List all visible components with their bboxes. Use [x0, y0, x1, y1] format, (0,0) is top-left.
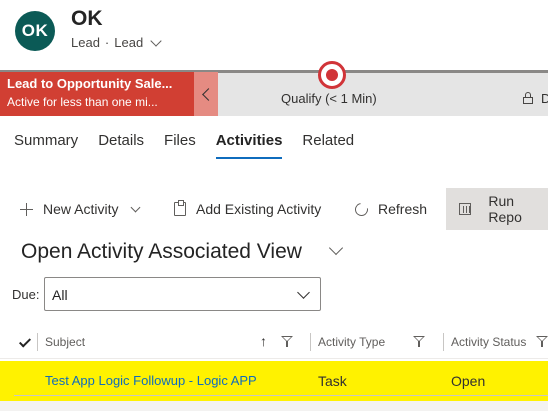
run-report-button[interactable]: Run Repo: [459, 189, 548, 229]
row-subject-link[interactable]: Test App Logic Followup - Logic APP: [45, 373, 257, 388]
filter-funnel-icon[interactable]: [536, 336, 548, 347]
due-filter-label: Due:: [12, 287, 40, 302]
stage-next[interactable]: D: [541, 91, 548, 106]
process-name-box[interactable]: Lead to Opportunity Sale... Active for l…: [0, 72, 194, 116]
tab-files[interactable]: Files: [164, 132, 196, 158]
refresh-button[interactable]: Refresh: [352, 189, 428, 229]
filter-funnel-icon[interactable]: [413, 336, 425, 347]
column-header-activity-type[interactable]: Activity Type: [318, 335, 385, 349]
collapse-process-button[interactable]: [194, 72, 218, 116]
grid-footer-strip: [0, 401, 548, 411]
stage-dot-icon: [326, 69, 338, 81]
column-header-subject[interactable]: Subject: [45, 335, 85, 349]
process-status: Active for less than one mi...: [7, 95, 158, 109]
run-report-label: Run Repo: [488, 193, 522, 225]
select-all-checkmark-icon[interactable]: [18, 335, 32, 348]
tab-related[interactable]: Related: [302, 132, 354, 158]
form-tabs: Summary Details Files Activities Related: [14, 132, 374, 159]
due-filter-value: All: [52, 287, 68, 303]
record-subtitle: Lead · Lead: [71, 34, 162, 50]
column-divider: [443, 333, 444, 351]
tab-activities[interactable]: Activities: [215, 132, 282, 159]
chevron-down-icon[interactable]: [328, 240, 344, 256]
filter-funnel-icon[interactable]: [281, 336, 293, 347]
process-name: Lead to Opportunity Sale...: [7, 76, 173, 91]
column-divider: [310, 333, 311, 351]
add-existing-label: Add Existing Activity: [196, 201, 322, 217]
table-row[interactable]: Test App Logic Followup - Logic APP Task…: [0, 361, 548, 401]
record-avatar: OK: [15, 11, 55, 51]
subgrid-command-bar: New Activity Add Existing Activity Refre…: [0, 189, 548, 229]
chevron-left-icon: [201, 87, 215, 101]
due-filter-select[interactable]: All: [44, 277, 321, 311]
chevron-down-icon: [297, 286, 310, 299]
plus-icon: [20, 202, 33, 216]
chevron-down-icon[interactable]: [131, 202, 141, 212]
row-activity-status: Open: [451, 373, 486, 389]
column-divider: [37, 333, 38, 351]
stage-qualify[interactable]: Qualify (< 1 Min): [281, 91, 377, 106]
entity-name: Lead: [71, 35, 100, 50]
row-divider: [14, 395, 548, 396]
clipboard-icon: [174, 200, 186, 216]
row-activity-type: Task: [318, 373, 347, 389]
new-activity-label: New Activity: [43, 201, 119, 217]
form-selector[interactable]: Lead: [114, 35, 143, 50]
lock-icon: [523, 92, 533, 104]
new-activity-button[interactable]: New Activity: [20, 189, 141, 229]
grid-header-row: Subject ↑ Activity Type Activity Status: [0, 325, 548, 359]
column-header-activity-status[interactable]: Activity Status: [451, 335, 526, 349]
record-title: OK: [71, 7, 103, 30]
refresh-icon: [352, 199, 371, 219]
add-existing-activity-button[interactable]: Add Existing Activity: [174, 189, 321, 229]
separator-dot: ·: [104, 35, 110, 50]
refresh-label: Refresh: [378, 201, 428, 217]
view-selector[interactable]: Open Activity Associated View: [21, 240, 302, 264]
report-icon: [459, 203, 472, 215]
active-stage-marker[interactable]: [318, 61, 346, 89]
tab-details[interactable]: Details: [98, 132, 144, 158]
sort-ascending-icon[interactable]: ↑: [260, 333, 267, 349]
chevron-down-icon[interactable]: [150, 34, 162, 47]
tab-summary[interactable]: Summary: [14, 132, 78, 158]
